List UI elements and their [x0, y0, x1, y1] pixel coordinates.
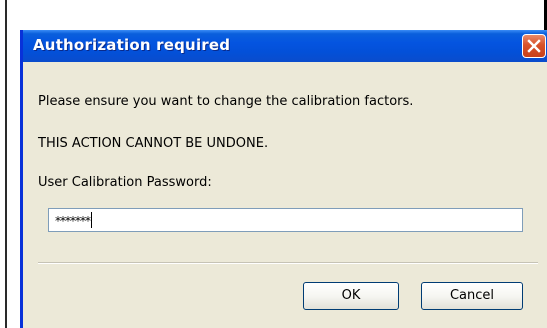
- authorization-dialog: Authorization required Please ensure you…: [20, 30, 547, 328]
- background-window-top: [5, 0, 547, 6]
- cancel-button[interactable]: Cancel: [421, 282, 523, 310]
- close-button[interactable]: [522, 34, 546, 58]
- text-caret: [91, 212, 92, 228]
- confirmation-message: Please ensure you want to change the cal…: [38, 94, 414, 109]
- screen: Authorization required Please ensure you…: [0, 0, 547, 328]
- ok-button[interactable]: OK: [303, 282, 399, 310]
- background-window-edge: [5, 0, 7, 328]
- close-icon: [527, 39, 541, 53]
- dialog-title: Authorization required: [33, 36, 231, 54]
- password-value: *******: [55, 214, 91, 228]
- password-field[interactable]: *******: [48, 208, 523, 232]
- separator: [38, 262, 538, 264]
- dialog-titlebar[interactable]: Authorization required: [23, 30, 547, 62]
- warning-message: THIS ACTION CANNOT BE UNDONE.: [38, 136, 269, 151]
- password-label: User Calibration Password:: [38, 175, 212, 190]
